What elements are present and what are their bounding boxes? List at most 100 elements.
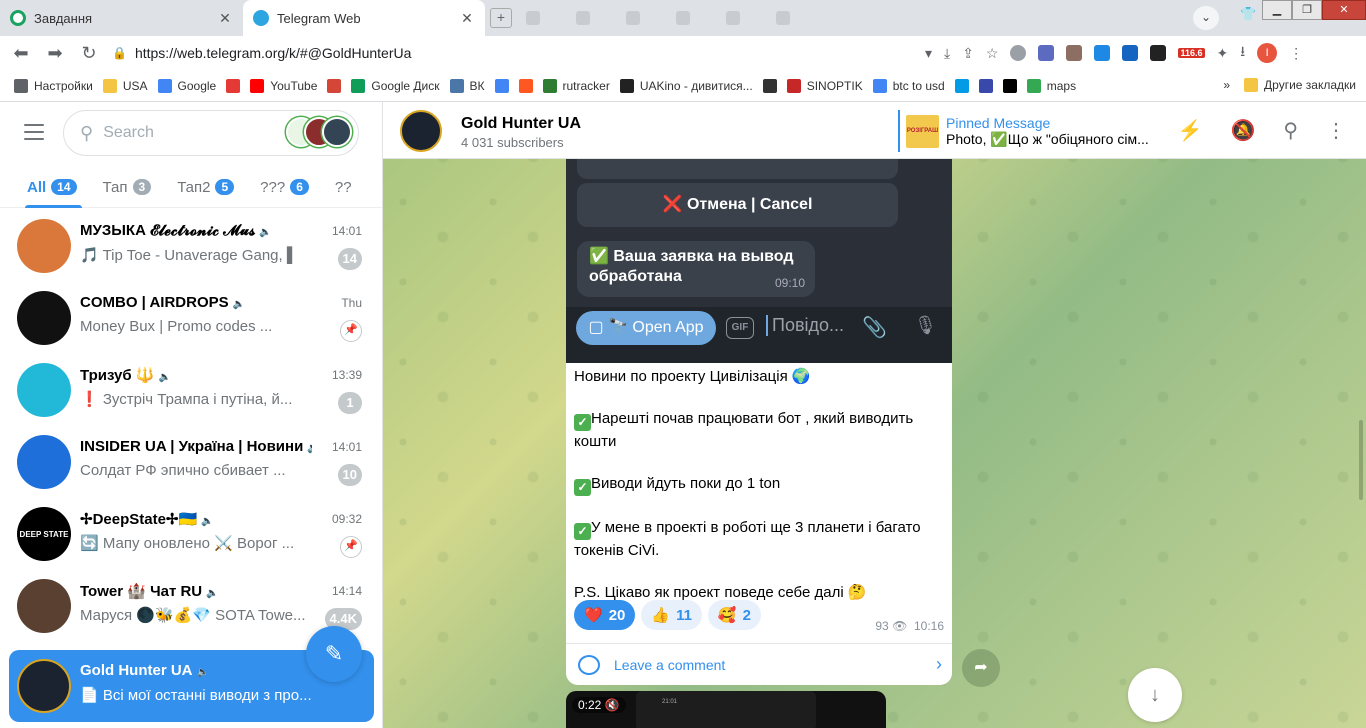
bookmark-item[interactable]: maps bbox=[1026, 78, 1076, 93]
bookmark-favicon-icon bbox=[449, 78, 464, 93]
address-bar[interactable]: https://web.telegram.org/k/#@GoldHunterU… bbox=[135, 45, 925, 61]
tab-search-chevron-icon[interactable]: ⌄ bbox=[1193, 6, 1219, 30]
extension-badge[interactable]: 116.6 bbox=[1178, 48, 1205, 58]
folder-tab-unknown-2[interactable]: ?? bbox=[322, 166, 365, 208]
mute-bell-icon[interactable]: 🔕 bbox=[1230, 118, 1255, 143]
more-vertical-icon[interactable]: ⋮ bbox=[1326, 118, 1346, 143]
bookmark-item[interactable]: btc to usd bbox=[872, 78, 945, 93]
bookmark-item[interactable]: rutracker bbox=[542, 78, 610, 93]
background-tab[interactable] bbox=[576, 11, 590, 25]
restore-button[interactable]: ❐ bbox=[1292, 0, 1322, 20]
folder-tab-tap[interactable]: Тап 3 bbox=[90, 166, 165, 208]
bookmark-item[interactable] bbox=[954, 78, 969, 93]
dropdown-caret-icon[interactable]: ▾ bbox=[925, 45, 932, 62]
chat-time: 14:01 bbox=[331, 440, 362, 454]
scrollbar[interactable] bbox=[1359, 420, 1363, 500]
stories-avatars[interactable] bbox=[286, 117, 352, 147]
bookmark-item[interactable]: Google Диск bbox=[351, 78, 440, 93]
chat-name-text: INSIDER UA | Україна | Новини bbox=[80, 438, 304, 455]
reaction-chip[interactable]: ❤️ 20 bbox=[574, 600, 636, 630]
bookmark-item[interactable]: YouTube bbox=[250, 78, 317, 93]
back-arrow-icon[interactable]: ⬅ bbox=[4, 43, 38, 64]
avatar bbox=[17, 363, 71, 417]
background-tab[interactable] bbox=[526, 11, 540, 25]
briefcase-extension-icon[interactable] bbox=[1066, 45, 1083, 61]
chat-item[interactable]: МУЗЫКА 𝓔𝓵𝓮𝓬𝓽𝓻𝓸𝓷𝓲𝓬 𝓜𝓾𝓼 🔈 14:01 🎵 Tip Toe - U… bbox=[0, 210, 382, 282]
close-tab-icon[interactable]: ✕ bbox=[459, 10, 475, 27]
bookmark-item[interactable]: USA bbox=[102, 78, 148, 93]
reload-icon[interactable]: ↻ bbox=[72, 43, 106, 64]
more-bookmarks-chevron[interactable]: » bbox=[1223, 78, 1230, 92]
sidebar-header: ⚲ bbox=[0, 102, 382, 164]
background-tab[interactable] bbox=[676, 11, 690, 25]
tab-telegram-web[interactable]: Telegram Web ✕ bbox=[243, 0, 485, 36]
chat-item[interactable]: INSIDER UA | Україна | Новини🔈 14:01 Солда… bbox=[0, 426, 382, 498]
other-bookmarks-folder[interactable]: Другие закладки bbox=[1244, 78, 1356, 92]
tab-tasks[interactable]: Завдання ✕ bbox=[0, 0, 243, 36]
chat-item[interactable]: DEEP STATE ✢DeepState✢🇺🇦 🔈 09:32 🔄 Мапу онов… bbox=[0, 498, 382, 570]
menu-hamburger-icon[interactable] bbox=[24, 124, 44, 140]
chat-item[interactable]: Тризуб 🔱 🔈 13:39 ❗ Зустріч Трампа і путіна,… bbox=[0, 354, 382, 426]
boost-icon[interactable]: ⚡ bbox=[1178, 118, 1203, 143]
profile-avatar[interactable]: I bbox=[1257, 43, 1278, 63]
search-input[interactable] bbox=[103, 124, 274, 142]
bookmark-item[interactable] bbox=[226, 78, 241, 93]
forward-arrow-icon[interactable]: ➡ bbox=[38, 43, 72, 64]
channel-title[interactable]: Gold Hunter UA bbox=[461, 115, 581, 133]
close-window-button[interactable]: ✕ bbox=[1322, 0, 1366, 20]
download-extension-icon[interactable] bbox=[1122, 45, 1139, 61]
bookmark-item[interactable]: UAKino - дивитися... bbox=[619, 78, 753, 93]
folder-tab-unknown[interactable]: ??? 6 bbox=[247, 166, 322, 208]
chat-name: ✢DeepState✢🇺🇦 🔈 bbox=[80, 510, 312, 528]
pinned-message[interactable]: РОЗІГРАШ ПРИЗІВ Pinned Message Photo, ✅Щ… bbox=[898, 110, 1158, 152]
bookmark-item[interactable] bbox=[518, 78, 533, 93]
bookmark-item[interactable] bbox=[978, 78, 993, 93]
browser-menu-icon[interactable]: ⋮ bbox=[1289, 45, 1303, 62]
reaction-chip[interactable]: 👍 11 bbox=[641, 600, 702, 630]
screenshot-button-top bbox=[577, 159, 898, 179]
channel-avatar[interactable] bbox=[400, 110, 442, 152]
post-screenshot-image[interactable]: ❌ Отмена | Cancel ✅ Ваша заявка на вывод… bbox=[566, 159, 952, 363]
bookmark-item[interactable] bbox=[494, 78, 509, 93]
lock-icon[interactable]: 🔒 bbox=[112, 46, 127, 60]
pinned-body: Pinned Message Photo, ✅Що ж "обіцяного с… bbox=[946, 115, 1156, 148]
extensions-puzzle-icon[interactable]: ✦ bbox=[1217, 45, 1229, 62]
globe-extension-icon[interactable] bbox=[1010, 45, 1027, 61]
video-post[interactable]: 21:01 0:22 🔇 bbox=[566, 691, 886, 728]
vpn-extension-icon[interactable] bbox=[1094, 45, 1111, 61]
bookmark-item[interactable] bbox=[1002, 78, 1017, 93]
folder-tab-tap2[interactable]: Тап2 5 bbox=[164, 166, 247, 208]
arrow-extension-icon[interactable] bbox=[1150, 45, 1167, 61]
chat-name-text: ✢DeepState✢🇺🇦 bbox=[80, 511, 198, 528]
bookmark-item[interactable]: ВК bbox=[449, 78, 485, 93]
install-app-icon[interactable]: ⤓ bbox=[944, 45, 950, 62]
leave-comment-button[interactable]: Leave a comment › bbox=[566, 643, 952, 685]
bookmark-star-icon[interactable]: ☆ bbox=[986, 45, 999, 62]
close-tab-icon[interactable]: ✕ bbox=[217, 10, 233, 27]
background-tab[interactable] bbox=[626, 11, 640, 25]
scroll-down-button[interactable]: ↓ bbox=[1128, 668, 1182, 722]
bookmark-item[interactable]: SINOPTIK bbox=[786, 78, 863, 93]
search-icon[interactable]: ⚲ bbox=[1283, 118, 1298, 143]
folder-tab-all[interactable]: All 14 bbox=[0, 166, 90, 208]
new-tab-button[interactable]: + bbox=[490, 8, 512, 28]
bookmark-item[interactable]: Google bbox=[157, 78, 216, 93]
reaction-chip[interactable]: 🥰 2 bbox=[707, 600, 761, 630]
post-paragraph: Новини по проекту Цивілізація 🌍 bbox=[574, 366, 946, 387]
search-box[interactable]: ⚲ bbox=[63, 110, 359, 156]
theme-shirt-icon[interactable]: 👕 bbox=[1240, 6, 1256, 22]
bookmark-favicon-icon bbox=[1002, 78, 1017, 93]
background-tab[interactable] bbox=[726, 11, 740, 25]
forward-share-button[interactable]: ➦ bbox=[962, 649, 1000, 687]
bookmark-item[interactable]: Настройки bbox=[14, 78, 93, 93]
share-icon[interactable]: ⇪ bbox=[962, 45, 974, 62]
background-tab[interactable] bbox=[776, 11, 790, 25]
downloads-icon[interactable]: ⭳ bbox=[1240, 41, 1245, 65]
chat-item[interactable]: COMBO | AIRDROPS 🔈 Thu Money Bux | Promo co… bbox=[0, 282, 382, 354]
shield-extension-icon[interactable] bbox=[1038, 45, 1055, 61]
compose-pencil-button[interactable]: ✎ bbox=[306, 626, 362, 682]
bookmark-item[interactable] bbox=[762, 78, 777, 93]
minimize-button[interactable]: ▁ bbox=[1262, 0, 1292, 20]
story-avatar[interactable] bbox=[322, 117, 352, 147]
bookmark-item[interactable] bbox=[327, 78, 342, 93]
